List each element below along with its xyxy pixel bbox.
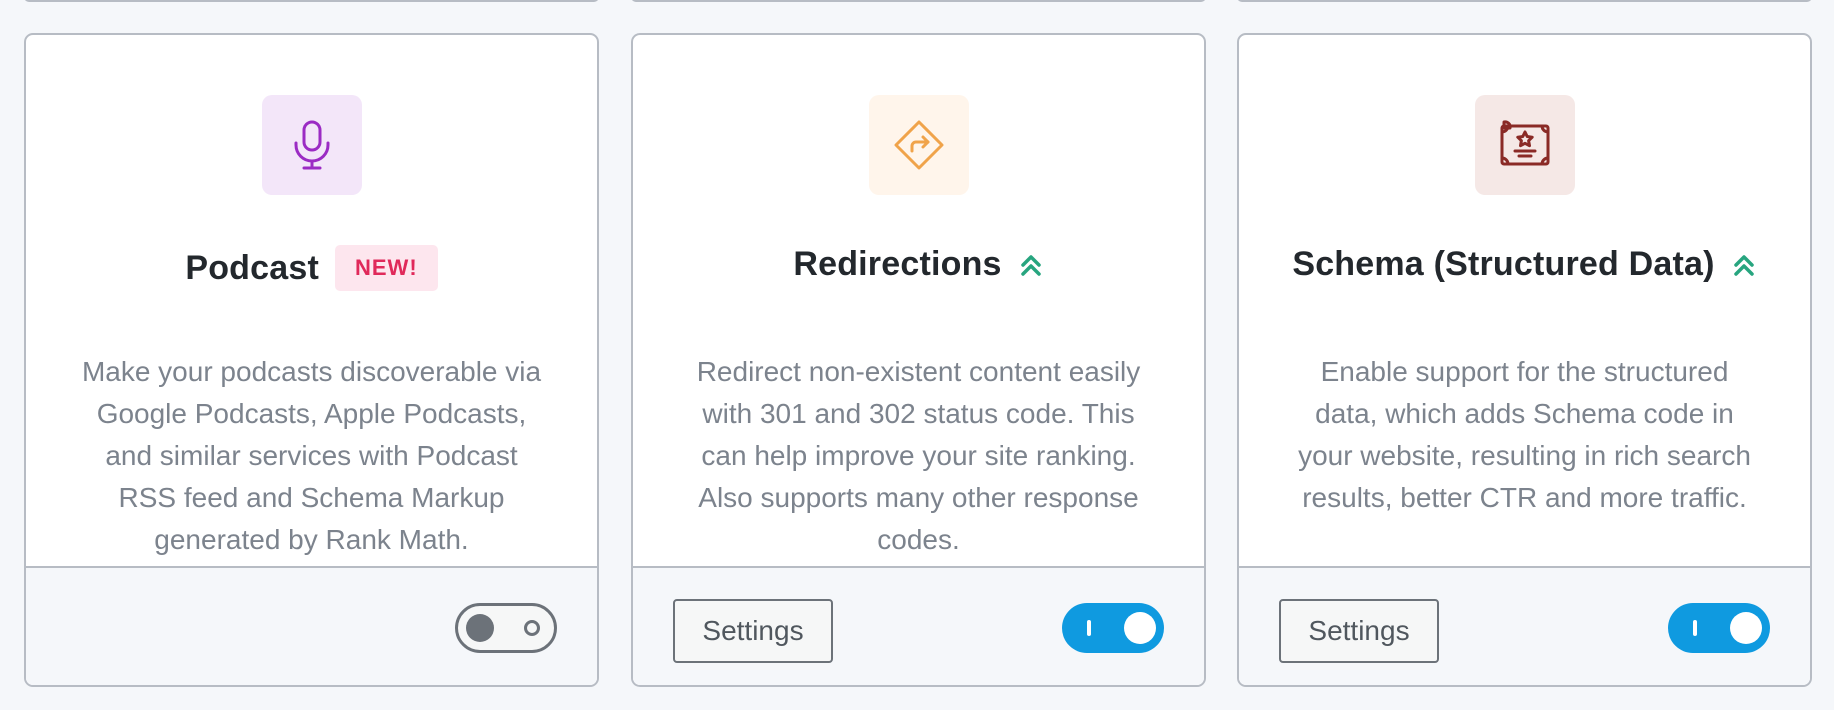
module-title: Podcast <box>185 248 319 287</box>
previous-card-edge <box>631 0 1206 2</box>
toggle-off-indicator <box>524 620 540 636</box>
module-card-podcast: Podcast NEW! Make your podcasts discover… <box>24 33 599 687</box>
module-toggle-schema[interactable] <box>1668 603 1770 653</box>
module-title: Schema (Structured Data) <box>1292 245 1715 283</box>
module-toggle-podcast[interactable] <box>455 603 557 653</box>
pro-chevrons-icon <box>1020 254 1041 276</box>
module-icon-box <box>1474 95 1575 195</box>
module-card-footer: Settings <box>1239 566 1810 685</box>
module-description: Make your podcasts discoverable via Goog… <box>81 356 542 555</box>
pro-chevrons-icon <box>1733 254 1754 276</box>
settings-button[interactable]: Settings <box>673 599 833 663</box>
toggle-on-indicator <box>1693 620 1697 636</box>
module-icon-box <box>868 95 969 195</box>
previous-card-edge <box>1237 0 1812 2</box>
module-title-row: Podcast NEW! <box>26 245 597 291</box>
toggle-knob <box>466 614 494 642</box>
settings-button[interactable]: Settings <box>1279 599 1439 663</box>
module-card-footer: Settings <box>633 566 1204 685</box>
certificate-icon <box>1500 120 1549 166</box>
module-card-body: Schema (Structured Data) Enable support … <box>1239 35 1810 568</box>
toggle-knob <box>1730 612 1762 644</box>
module-card-body: Podcast NEW! Make your podcasts discover… <box>26 35 597 568</box>
previous-card-edge <box>24 0 599 2</box>
module-icon-box <box>261 95 362 195</box>
module-card-body: Redirections Redirect non-existent conte… <box>633 35 1204 568</box>
module-description: Enable support for the structured data, … <box>1298 356 1751 513</box>
modules-grid: Podcast NEW! Make your podcasts discover… <box>0 0 1834 710</box>
module-description: Redirect non-existent content easily wit… <box>696 356 1141 555</box>
module-title-row: Schema (Structured Data) <box>1239 245 1810 284</box>
toggle-knob <box>1124 612 1156 644</box>
module-card-footer <box>26 566 597 685</box>
redirect-sign-icon <box>894 120 943 170</box>
toggle-on-indicator <box>1087 620 1091 636</box>
module-title: Redirections <box>793 245 1002 283</box>
microphone-icon <box>294 120 329 170</box>
new-badge: NEW! <box>335 245 438 291</box>
module-card-schema: Schema (Structured Data) Enable support … <box>1237 33 1812 687</box>
module-toggle-redirections[interactable] <box>1062 603 1164 653</box>
module-card-redirections: Redirections Redirect non-existent conte… <box>631 33 1206 687</box>
module-title-row: Redirections <box>633 245 1204 284</box>
